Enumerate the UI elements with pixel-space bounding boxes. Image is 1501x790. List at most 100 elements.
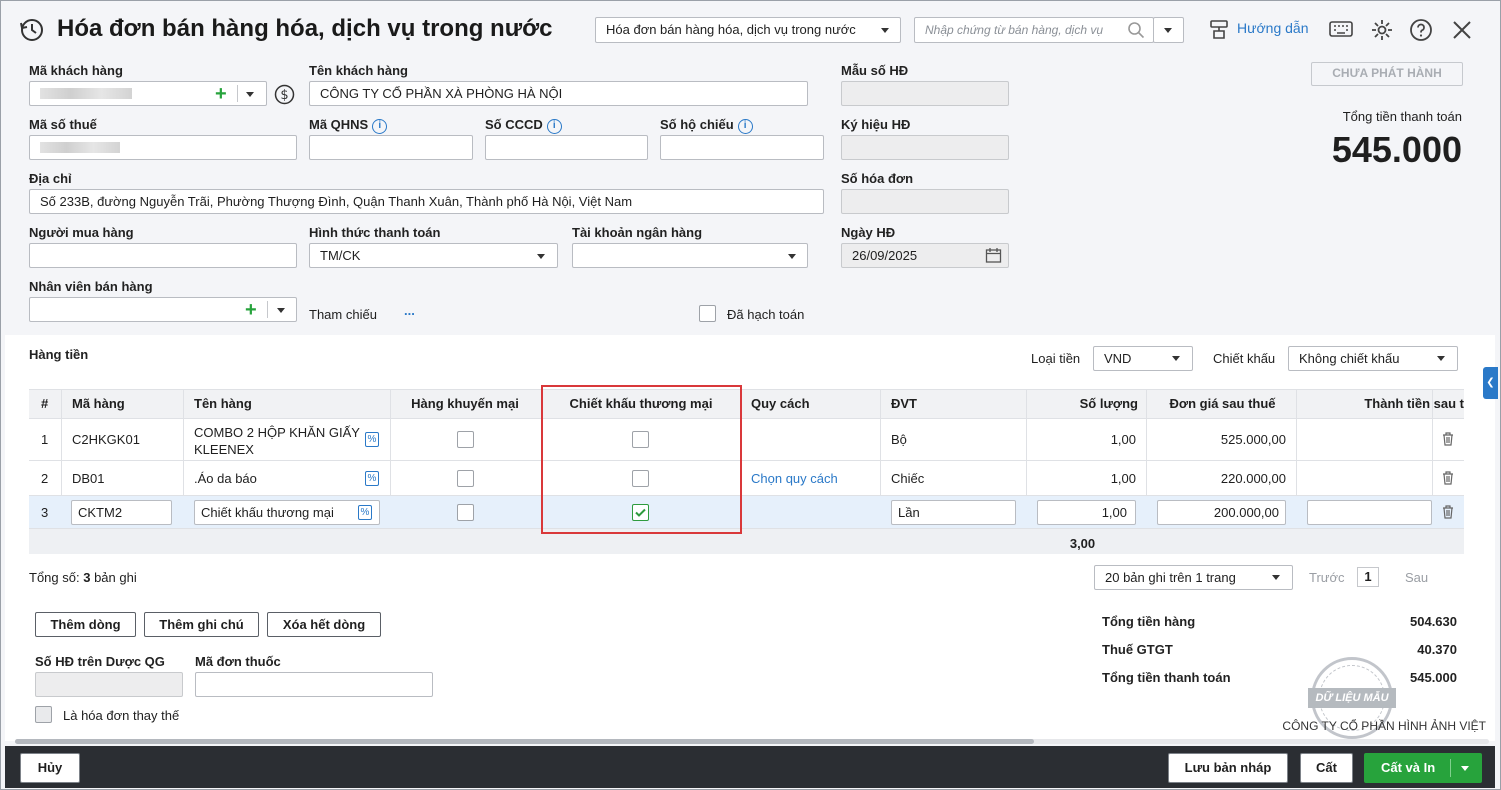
cccd-input[interactable] xyxy=(485,135,648,160)
row-code: DB01 xyxy=(72,471,105,486)
percent-icon[interactable]: % xyxy=(365,432,379,447)
tax-code-masked xyxy=(40,142,120,153)
row-qty-input[interactable]: 1,00 xyxy=(1037,500,1136,525)
choose-spec-link[interactable]: Chọn quy cách xyxy=(751,471,838,486)
close-icon[interactable] xyxy=(1451,19,1473,41)
passport-input[interactable] xyxy=(660,135,824,160)
chevron-down-icon xyxy=(788,254,796,259)
info-icon[interactable]: i xyxy=(372,119,388,134)
row-code-input[interactable]: CKTM2 xyxy=(71,500,172,525)
reference-more-link[interactable]: ... xyxy=(404,303,415,318)
customer-name-input[interactable]: CÔNG TY CỔ PHẦN XÀ PHÒNG HÀ NỘI xyxy=(309,81,808,106)
prescription-input[interactable] xyxy=(195,672,433,697)
search-icon[interactable] xyxy=(1127,21,1145,39)
currency-icon[interactable]: $ xyxy=(274,84,295,105)
passport-label: Số hộ chiếu i xyxy=(660,117,753,134)
search-input[interactable]: Nhập chứng từ bán hàng, dịch vụ xyxy=(914,17,1154,43)
promo-checkbox[interactable] xyxy=(457,504,474,521)
bank-select[interactable] xyxy=(572,243,808,268)
invoice-date-input[interactable]: 26/09/2025 xyxy=(841,243,1009,268)
next-page[interactable]: Sau xyxy=(1405,570,1428,585)
history-icon[interactable] xyxy=(19,17,45,43)
promo-checkbox[interactable] xyxy=(457,470,474,487)
address-label: Địa chỉ xyxy=(29,171,72,186)
current-page[interactable]: 1 xyxy=(1357,567,1379,587)
template-label: Mẫu số HĐ xyxy=(841,63,909,78)
qhns-input[interactable] xyxy=(309,135,473,160)
customer-code-masked xyxy=(40,88,132,99)
passport-label-text: Số hộ chiếu xyxy=(660,117,734,132)
row-price: 220.000,00 xyxy=(1220,471,1286,486)
add-staff-icon[interactable]: + xyxy=(245,299,257,322)
tax-code-input[interactable] xyxy=(29,135,297,160)
goods-table: # Mã hàng Tên hàng Hàng khuyến mại Chiết… xyxy=(29,385,1464,554)
customer-code-input[interactable] xyxy=(29,81,267,106)
cancel-button[interactable]: Hủy xyxy=(20,753,80,783)
buyer-label: Người mua hàng xyxy=(29,225,134,240)
delete-all-button[interactable]: Xóa hết dòng xyxy=(267,612,381,637)
keyboard-icon[interactable] xyxy=(1328,18,1354,42)
calendar-icon[interactable] xyxy=(985,247,1002,264)
divider xyxy=(1450,759,1451,777)
goods-total-label: Tổng tiền hàng xyxy=(1102,614,1196,629)
replace-invoice-checkbox[interactable] xyxy=(35,706,52,723)
customer-code-label: Mã khách hàng xyxy=(29,63,123,78)
customer-name-label: Tên khách hàng xyxy=(309,63,408,78)
cccd-label-text: Số CCCD xyxy=(485,117,543,132)
staff-input[interactable] xyxy=(29,297,297,322)
company-name: CÔNG TY CỔ PHẦN HÌNH ẢNH VIỆT xyxy=(1282,719,1486,733)
highlight-box xyxy=(541,385,742,534)
invoice-window: Hóa đơn bán hàng hóa, dịch vụ trong nước… xyxy=(0,0,1501,790)
help-icon[interactable] xyxy=(1409,18,1433,42)
col-header-promo: Hàng khuyến mại xyxy=(411,396,519,411)
guide-link[interactable]: Hướng dẫn xyxy=(1237,20,1308,36)
save-button[interactable]: Cất xyxy=(1300,753,1353,783)
percent-icon[interactable]: % xyxy=(365,471,379,486)
discount-select[interactable]: Không chiết khấu xyxy=(1288,346,1458,371)
invoice-date-label: Ngày HĐ xyxy=(841,225,896,240)
add-note-button[interactable]: Thêm ghi chú xyxy=(144,612,259,637)
currency-label: Loại tiền xyxy=(1031,351,1081,366)
prev-page[interactable]: Trước xyxy=(1309,570,1345,585)
row-unit-input[interactable]: Lần xyxy=(891,500,1016,525)
trash-icon[interactable] xyxy=(1442,471,1454,485)
replace-invoice-label: Là hóa đơn thay thế xyxy=(63,708,180,723)
info-icon[interactable]: i xyxy=(546,119,562,134)
chevron-down-icon[interactable] xyxy=(1461,766,1469,771)
guide-icon[interactable] xyxy=(1208,18,1232,42)
pay-total-label: Tổng tiền thanh toán xyxy=(1102,670,1231,685)
add-customer-icon[interactable]: + xyxy=(215,83,227,106)
chevron-down-icon xyxy=(1164,28,1172,33)
invoice-type-select[interactable]: Hóa đơn bán hàng hóa, dịch vụ trong nước xyxy=(595,17,901,43)
gear-icon[interactable] xyxy=(1370,18,1394,42)
add-row-button[interactable]: Thêm dòng xyxy=(35,612,136,637)
percent-icon[interactable]: % xyxy=(358,505,372,520)
scrollbar-thumb[interactable] xyxy=(15,739,1034,744)
row-price: 525.000,00 xyxy=(1220,432,1286,447)
trash-icon[interactable] xyxy=(1442,432,1454,446)
save-print-button[interactable]: Cất và In xyxy=(1364,753,1482,783)
chevron-down-icon[interactable] xyxy=(277,308,285,313)
page-size-select[interactable]: 20 bản ghi trên 1 trang xyxy=(1094,565,1293,590)
chevron-down-icon xyxy=(1172,356,1180,361)
buyer-input[interactable] xyxy=(29,243,297,268)
goods-section-title: Hàng tiền xyxy=(29,347,89,362)
chevron-down-icon[interactable] xyxy=(246,92,254,97)
total-pay-label: Tổng tiền thanh toán xyxy=(1342,109,1462,124)
save-print-label: Cất và In xyxy=(1381,760,1436,775)
info-icon[interactable]: i xyxy=(737,119,753,134)
address-input[interactable]: Số 233B, đường Nguyễn Trãi, Phường Thượn… xyxy=(29,189,824,214)
symbol-label: Ký hiệu HĐ xyxy=(841,117,911,132)
row-amount-input[interactable] xyxy=(1307,500,1432,525)
horizontal-scrollbar[interactable] xyxy=(15,739,1489,744)
side-expand-tab[interactable]: ❮ xyxy=(1483,367,1498,399)
row-price-input[interactable]: 200.000,00 xyxy=(1157,500,1286,525)
promo-checkbox[interactable] xyxy=(457,431,474,448)
trash-icon[interactable] xyxy=(1442,505,1454,519)
divider xyxy=(267,301,268,318)
row-name-input[interactable]: Chiết khấu thương mại xyxy=(194,500,380,525)
posted-checkbox[interactable] xyxy=(699,305,716,322)
col-header-code: Mã hàng xyxy=(72,396,125,411)
payment-select[interactable]: TM/CK xyxy=(309,243,558,268)
save-draft-button[interactable]: Lưu bản nháp xyxy=(1168,753,1288,783)
